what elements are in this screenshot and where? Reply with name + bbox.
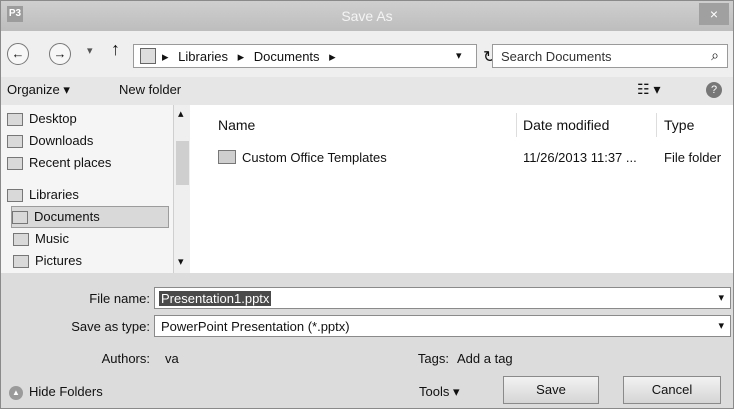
save-form: File name: Presentation1.pptx ▾ Save as … bbox=[1, 273, 733, 408]
recent-places-icon bbox=[7, 157, 23, 171]
scroll-thumb[interactable] bbox=[176, 141, 189, 185]
search-input[interactable]: Search Documents ⌕ bbox=[492, 44, 728, 68]
close-button[interactable]: × bbox=[699, 3, 729, 25]
save-as-dialog: P3 Save As × ← → ▾ ↑ ▸ Libraries ▸ Docum… bbox=[0, 0, 734, 409]
chevron-up-icon: ▲ bbox=[9, 385, 23, 400]
dialog-title: Save As bbox=[341, 8, 393, 24]
help-icon[interactable]: ? bbox=[706, 82, 722, 98]
forward-button[interactable]: → bbox=[49, 43, 71, 65]
desktop-icon bbox=[7, 113, 23, 127]
tools-menu[interactable]: Tools ▾ bbox=[419, 384, 460, 400]
file-name-input[interactable]: Presentation1.pptx ▾ bbox=[154, 287, 731, 309]
sidebar-item-downloads[interactable]: Downloads bbox=[7, 131, 93, 151]
column-header-name[interactable]: Name bbox=[218, 117, 255, 133]
column-divider[interactable] bbox=[516, 113, 517, 137]
scroll-up-icon[interactable]: ▴ bbox=[178, 107, 184, 120]
new-folder-button[interactable]: New folder bbox=[119, 82, 181, 97]
recent-locations-dropdown[interactable]: ▾ bbox=[87, 44, 93, 57]
sidebar-item-pictures[interactable]: Pictures bbox=[13, 251, 82, 271]
authors-label: Authors: bbox=[101, 351, 150, 366]
tags-label: Tags: bbox=[417, 351, 449, 366]
file-name-label: File name: bbox=[89, 291, 150, 306]
save-as-type-label: Save as type: bbox=[71, 319, 150, 334]
breadcrumb-separator: ▸ bbox=[237, 49, 245, 64]
sidebar-item-desktop[interactable]: Desktop bbox=[7, 109, 77, 129]
tags-field[interactable]: Add a tag bbox=[457, 351, 513, 366]
sidebar-item-label: Recent places bbox=[29, 155, 112, 170]
address-dropdown-icon[interactable]: ▾ bbox=[456, 49, 462, 62]
file-name-value: Presentation1.pptx bbox=[159, 291, 272, 306]
scroll-down-icon[interactable]: ▾ bbox=[178, 255, 184, 268]
documents-icon bbox=[12, 211, 28, 225]
sidebar-item-label: Documents bbox=[34, 209, 100, 224]
hide-folders-label: Hide Folders bbox=[29, 384, 103, 399]
organize-menu[interactable]: Organize ▾ bbox=[7, 82, 70, 98]
save-as-type-value: PowerPoint Presentation (*.pptx) bbox=[161, 319, 350, 334]
breadcrumb-documents[interactable]: Documents bbox=[254, 49, 320, 64]
column-header-date-modified[interactable]: Date modified bbox=[523, 117, 609, 133]
breadcrumb: ▸ Libraries ▸ Documents ▸ bbox=[162, 49, 342, 65]
table-row[interactable]: Custom Office Templates 11/26/2013 11:37… bbox=[190, 147, 733, 169]
breadcrumb-separator: ▸ bbox=[329, 49, 336, 64]
sidebar-item-recent-places[interactable]: Recent places bbox=[7, 153, 111, 173]
sidebar-item-label: Desktop bbox=[29, 111, 77, 126]
sidebar-item-documents[interactable]: Documents bbox=[11, 206, 169, 228]
save-button[interactable]: Save bbox=[503, 376, 599, 404]
command-toolbar: Organize ▾ New folder ☷ ▾ ? bbox=[1, 77, 733, 106]
library-icon bbox=[140, 48, 156, 64]
save-as-type-select[interactable]: PowerPoint Presentation (*.pptx) ▾ bbox=[154, 315, 731, 337]
view-options-icon[interactable]: ☷ ▾ bbox=[637, 81, 660, 98]
folder-icon bbox=[218, 150, 236, 164]
sidebar-item-label: Downloads bbox=[29, 133, 94, 148]
sidebar-item-label: Music bbox=[35, 231, 69, 246]
hide-folders-button[interactable]: ▲ Hide Folders bbox=[9, 384, 103, 400]
save-as-type-dropdown-icon[interactable]: ▾ bbox=[718, 319, 724, 332]
type-cell: File folder bbox=[664, 150, 722, 165]
date-modified-cell: 11/26/2013 11:37 ... bbox=[523, 150, 637, 165]
file-list: Name Date modified Type Custom Office Te… bbox=[190, 105, 733, 273]
cancel-button[interactable]: Cancel bbox=[623, 376, 721, 404]
search-placeholder: Search Documents bbox=[501, 49, 612, 64]
navigation-scrollbar[interactable]: ▴ ▾ bbox=[173, 105, 191, 273]
address-bar[interactable]: ▸ Libraries ▸ Documents ▸ ▾ bbox=[133, 44, 477, 68]
pictures-icon bbox=[13, 255, 29, 269]
navigation-pane: Desktop Downloads Recent places Librarie… bbox=[1, 105, 174, 273]
up-arrow-icon[interactable]: ↑ bbox=[111, 39, 120, 60]
authors-field[interactable]: va bbox=[165, 351, 179, 366]
sidebar-item-label: Pictures bbox=[35, 253, 82, 268]
sidebar-item-libraries[interactable]: Libraries bbox=[7, 185, 79, 205]
back-button[interactable]: ← bbox=[7, 43, 29, 65]
breadcrumb-libraries[interactable]: Libraries bbox=[178, 49, 228, 64]
file-name-cell: Custom Office Templates bbox=[242, 150, 387, 165]
sidebar-item-music[interactable]: Music bbox=[13, 229, 69, 249]
downloads-icon bbox=[7, 135, 23, 149]
column-header-type[interactable]: Type bbox=[664, 117, 694, 133]
breadcrumb-separator: ▸ bbox=[162, 49, 169, 64]
search-icon[interactable]: ⌕ bbox=[711, 47, 719, 64]
libraries-icon bbox=[7, 189, 23, 203]
navigation-bar: ← → ▾ ↑ ▸ Libraries ▸ Documents ▸ ▾ ↻ Se… bbox=[1, 31, 733, 77]
file-name-dropdown-icon[interactable]: ▾ bbox=[718, 291, 724, 304]
column-divider[interactable] bbox=[656, 113, 657, 137]
title-bar: P3 Save As × bbox=[1, 1, 733, 31]
music-icon bbox=[13, 233, 29, 247]
sidebar-item-label: Libraries bbox=[29, 187, 79, 202]
